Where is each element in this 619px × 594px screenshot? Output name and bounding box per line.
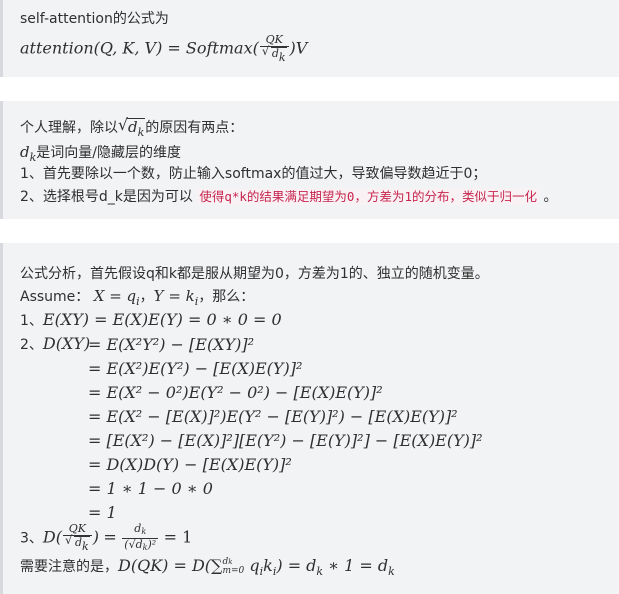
item-3: 3、D(QKdk) = dk(√dk)² = 1: [20, 523, 192, 554]
assume-line: Assume： X = qi，Y = ki，那么：: [20, 287, 255, 308]
derivation-row: = 1 ∗ 1 − 0 ∗ 0: [88, 479, 213, 498]
scaled-fraction: QKdk: [259, 34, 289, 64]
derivation-row: = E(X²)E(Y²) − [E(X)E(Y)]²: [88, 359, 303, 378]
dk-over-sqrt-dk-squared: dk (√dk)²: [122, 522, 159, 552]
derivation-row: = E(X²Y²) − [E(XY)]²: [88, 335, 255, 354]
analysis-intro: 公式分析，首先假设q和k都是服从期望为0，方差为1的、独立的随机变量。: [20, 266, 489, 282]
formula-heading: self-attention的公式为: [20, 11, 169, 27]
analysis-block: 公式分析，首先假设q和k都是服从期望为0，方差为1的、独立的随机变量。 Assu…: [0, 243, 619, 594]
item-2-label: 2、D(XY): [20, 334, 91, 354]
derivation-row: = [E(X²) − [E(X)]²][E(Y²) − [E(Y)]²] − […: [88, 431, 483, 450]
scaled-qk-fraction: QKdk: [63, 523, 92, 553]
derivation-row: = E(X² − [E(X)]²)E(Y² − [E(Y)]²) − [E(X)…: [88, 407, 458, 426]
understanding-line-4: 2、选择根号d_k是因为可以 使得q*k的结果满足期望为0，方差为1的分布，类似…: [20, 188, 558, 205]
formula-block: self-attention的公式为 attention(Q, K, V) = …: [0, 0, 619, 77]
highlighted-code: 使得q*k的结果满足期望为0，方差为1的分布，类似于归一化: [197, 188, 539, 205]
derivation-row: = 1: [88, 503, 117, 522]
item-1: 1、E(XY) = E(X)E(Y) = 0 ∗ 0 = 0: [20, 310, 282, 330]
attention-formula: attention(Q, K, V) = Softmax(QKdk)V: [20, 34, 307, 64]
derivation-row: = E(X² − 0²)E(Y² − 0²) − [E(X)E(Y)]²: [88, 383, 383, 402]
understanding-line-2: dk是词向量/隐藏层的维度: [20, 143, 181, 164]
note-line: 需要注意的是，D(QK) = D(∑ dk m=0 qiki) = dk ∗ 1 =…: [20, 556, 395, 579]
understanding-line-3: 1、首先要除以一个数，防止输入softmax的值过大，导致偏导数趋近于0；: [20, 166, 487, 182]
derivation-row: = D(X)D(Y) − [E(X)E(Y)]²: [88, 455, 292, 474]
understanding-block: 个人理解，除以dk的原因有两点： dk是词向量/隐藏层的维度 1、首先要除以一个…: [0, 101, 619, 219]
sum-limits: dk m=0: [222, 557, 245, 576]
understanding-line-1: 个人理解，除以dk的原因有两点：: [20, 116, 243, 139]
